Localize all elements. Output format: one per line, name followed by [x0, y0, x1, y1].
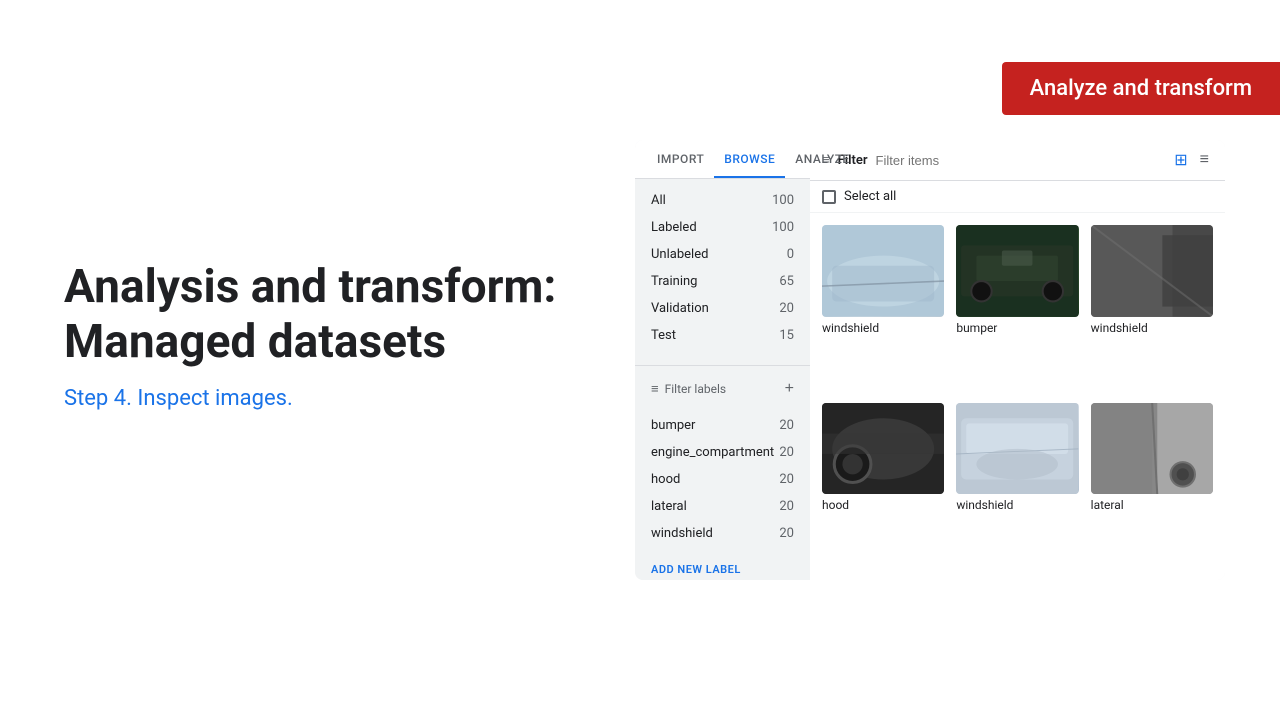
list-view-button[interactable]: ≡ — [1196, 148, 1213, 172]
analyze-transform-badge: Analyze and transform — [1002, 62, 1280, 115]
sidebar-item-unlabeled[interactable]: Unlabeled 0 — [635, 241, 810, 268]
sidebar-item-engine-compartment[interactable]: engine_compartment 20 — [635, 439, 810, 466]
label-engine-compartment-count: 20 — [779, 445, 794, 460]
label-lateral: lateral — [651, 499, 687, 514]
main-content: ≡ Filter ⊞ ≡ Select all — [810, 140, 1225, 580]
sidebar-divider — [635, 365, 810, 366]
sidebar-item-labeled[interactable]: Labeled 100 — [635, 214, 810, 241]
content-header: ≡ Filter ⊞ ≡ — [810, 140, 1225, 181]
sidebar-item-lateral[interactable]: lateral 20 — [635, 493, 810, 520]
image-card-2[interactable]: windshield — [1091, 225, 1213, 391]
sidebar-item-validation-count: 20 — [779, 301, 794, 316]
filter-labels-row: ≡ Filter labels + — [635, 374, 810, 404]
image-card-5[interactable]: lateral — [1091, 403, 1213, 569]
car-svg-3 — [822, 403, 944, 495]
sidebar-item-all[interactable]: All 100 — [635, 187, 810, 214]
image-card-1[interactable]: bumper — [956, 225, 1078, 391]
filter-input[interactable] — [876, 153, 1163, 168]
label-bumper: bumper — [651, 418, 695, 433]
sidebar-item-test[interactable]: Test 15 — [635, 322, 810, 349]
add-new-label-button[interactable]: ADD NEW LABEL — [635, 559, 810, 580]
main-title: Analysis and transform: Managed datasets — [64, 260, 584, 370]
tab-analyze[interactable]: ANALYZE — [785, 140, 859, 178]
image-thumb-1 — [956, 225, 1078, 317]
image-label-0: windshield — [822, 321, 944, 335]
tabs: IMPORT BROWSE ANALYZE — [635, 140, 810, 179]
title-line2: Managed datasets — [64, 315, 446, 369]
select-all-checkbox[interactable] — [822, 190, 836, 204]
car-svg-1 — [956, 225, 1078, 317]
car-svg-4 — [956, 403, 1078, 495]
label-bumper-count: 20 — [779, 418, 794, 433]
tab-import[interactable]: IMPORT — [647, 140, 714, 178]
left-content: Analysis and transform: Managed datasets… — [64, 260, 584, 411]
image-thumb-2 — [1091, 225, 1213, 317]
image-card-0[interactable]: windshield — [822, 225, 944, 391]
car-svg-5 — [1091, 403, 1213, 495]
filter-icon: ≡ — [651, 381, 659, 397]
add-label-plus-button[interactable]: + — [785, 380, 794, 398]
image-thumb-3 — [822, 403, 944, 495]
label-items: bumper 20 engine_compartment 20 hood 20 … — [635, 404, 810, 555]
image-thumb-5 — [1091, 403, 1213, 495]
image-thumb-0 — [822, 225, 944, 317]
sidebar: IMPORT BROWSE ANALYZE All 100 Labeled 10… — [635, 140, 810, 580]
filter-labels-text[interactable]: Filter labels — [665, 382, 779, 396]
sidebar-item-all-count: 100 — [772, 193, 794, 208]
dataset-panel: IMPORT BROWSE ANALYZE All 100 Labeled 10… — [635, 140, 1225, 580]
sidebar-item-test-count: 15 — [779, 328, 794, 343]
image-thumb-4 — [956, 403, 1078, 495]
sidebar-item-test-label: Test — [651, 328, 676, 343]
car-svg-2 — [1091, 225, 1213, 317]
image-label-5: lateral — [1091, 498, 1213, 512]
sidebar-item-training-count: 65 — [779, 274, 794, 289]
select-all-text: Select all — [844, 189, 896, 204]
label-windshield: windshield — [651, 526, 713, 541]
grid-view-button[interactable]: ⊞ — [1170, 148, 1191, 172]
sidebar-item-windshield[interactable]: windshield 20 — [635, 520, 810, 547]
label-lateral-count: 20 — [779, 499, 794, 514]
sidebar-item-validation[interactable]: Validation 20 — [635, 295, 810, 322]
car-svg-0 — [822, 225, 944, 317]
sidebar-item-hood[interactable]: hood 20 — [635, 466, 810, 493]
image-label-3: hood — [822, 498, 944, 512]
sidebar-items: All 100 Labeled 100 Unlabeled 0 Training… — [635, 179, 810, 357]
image-label-1: bumper — [956, 321, 1078, 335]
sidebar-item-labeled-count: 100 — [772, 220, 794, 235]
view-icons: ⊞ ≡ — [1170, 148, 1213, 172]
image-card-3[interactable]: hood — [822, 403, 944, 569]
sidebar-item-validation-label: Validation — [651, 301, 709, 316]
label-hood: hood — [651, 472, 680, 487]
step-label: Step 4. Inspect images. — [64, 386, 584, 411]
select-all-row: Select all — [810, 181, 1225, 213]
sidebar-item-labeled-label: Labeled — [651, 220, 697, 235]
tab-browse[interactable]: BROWSE — [714, 140, 785, 178]
image-label-4: windshield — [956, 498, 1078, 512]
sidebar-item-unlabeled-count: 0 — [787, 247, 794, 262]
label-engine-compartment: engine_compartment — [651, 445, 774, 460]
sidebar-item-all-label: All — [651, 193, 666, 208]
sidebar-item-training[interactable]: Training 65 — [635, 268, 810, 295]
sidebar-item-training-label: Training — [651, 274, 697, 289]
label-windshield-count: 20 — [779, 526, 794, 541]
title-line1: Analysis and transform: — [64, 260, 556, 314]
sidebar-item-unlabeled-label: Unlabeled — [651, 247, 708, 262]
image-grid: windshield bumper — [810, 213, 1225, 580]
label-hood-count: 20 — [779, 472, 794, 487]
sidebar-item-bumper[interactable]: bumper 20 — [635, 412, 810, 439]
image-label-2: windshield — [1091, 321, 1213, 335]
image-card-4[interactable]: windshield — [956, 403, 1078, 569]
